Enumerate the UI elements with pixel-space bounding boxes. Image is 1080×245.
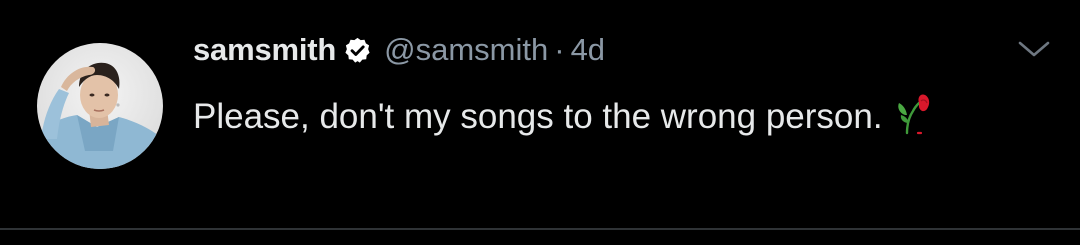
avatar-photo	[37, 43, 163, 169]
avatar[interactable]	[37, 43, 163, 169]
verified-badge-icon	[343, 36, 372, 65]
user-handle[interactable]: @samsmith	[384, 32, 548, 68]
wilted-rose-icon	[893, 93, 933, 137]
divider	[0, 228, 1080, 230]
separator-dot: ·	[554, 32, 565, 67]
tweet-timestamp[interactable]: 4d	[571, 32, 605, 68]
tweet-header: samsmith @samsmith · 4d	[193, 28, 605, 72]
tweet[interactable]: samsmith @samsmith · 4d Please, don't my…	[0, 0, 1080, 245]
tweet-text-content: Please, don't my songs to the wrong pers…	[193, 97, 883, 136]
tweet-text: Please, don't my songs to the wrong pers…	[193, 88, 993, 145]
display-name[interactable]: samsmith	[193, 32, 336, 68]
chevron-down-icon[interactable]	[1014, 38, 1054, 62]
